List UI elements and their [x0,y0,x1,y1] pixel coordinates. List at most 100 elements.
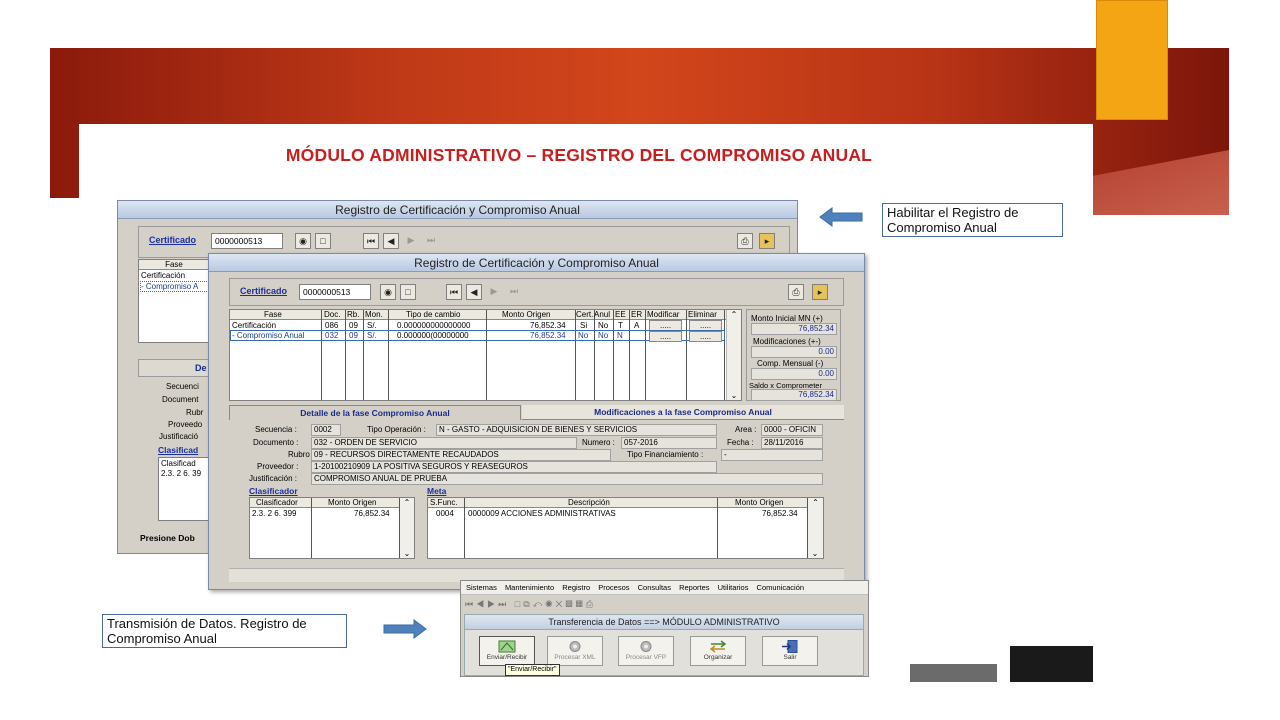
col-cert: Cert. [576,310,594,319]
monto-inicial-value: 76,852.34 [751,323,837,335]
certificado-link[interactable]: Certificado [240,286,287,296]
secuencia-field[interactable]: 0002 [311,424,341,436]
undo-icon: ↶ [532,599,546,609]
prev-record-icon[interactable]: ◀ [466,284,482,300]
numero-field[interactable]: 057-2016 [621,437,717,449]
print-icon[interactable]: ⎙ [788,284,804,300]
back-certificado-link[interactable]: Certificado [149,235,196,245]
back-label-rubro: Rubr [186,408,204,417]
salir-button[interactable]: Salir [762,636,818,666]
meta-scrollbar[interactable]: ⌃ ⌄ [808,498,823,558]
binoculars-icon[interactable]: ◉ [295,233,311,249]
row1-doc: 086 [325,321,339,330]
back-footer-hint: Presione Dob [140,533,195,543]
image-icon: ▩ [565,599,576,609]
last-icon: ⏭ [498,599,510,609]
back-clasificador-link[interactable]: Clasificad [158,445,198,455]
back-row-certificacion[interactable]: Certificación [141,271,185,280]
binoculars-icon[interactable]: ◉ [380,284,396,300]
row2-doc: 032 [325,331,339,340]
modificar-button[interactable]: ..... [649,331,682,342]
scroll-down-icon[interactable]: ⌄ [727,391,741,400]
row2-anul: No [598,331,609,340]
area-field[interactable]: 0000 - OFICIN [761,424,823,436]
print-icon[interactable]: ⎙ [737,233,753,249]
last-record-icon[interactable]: ⏭ [506,284,522,300]
back-row-compromiso[interactable]: - Compromiso A [140,281,209,292]
documento-field[interactable]: 032 - ORDEN DE SERVICIO [311,437,577,449]
gear-icon [640,641,652,652]
tab-detalle[interactable]: Detalle de la fase Compromiso Anual [229,405,521,420]
procesar-vfp-button[interactable]: Procesar VFP [618,636,674,666]
table-row[interactable]: - Compromiso Anual [232,331,304,340]
clasificador-code: 2.3. 2 6. 399 [252,509,297,518]
prev-record-icon[interactable]: ◀ [383,233,399,249]
menu-comunicacion[interactable]: Comunicación [757,583,805,592]
prev-icon: ◀ [476,599,488,609]
back-certificado-input[interactable]: 0000000513 [211,233,283,249]
fase-grid: Fase Doc. Rb. Mon. Tipo de cambio Monto … [229,309,742,401]
scroll-up-icon[interactable]: ⌃ [400,498,414,507]
gear-icon [569,641,581,652]
col-mon: Mon. [365,310,383,319]
rubro-field[interactable]: 09 - RECURSOS DIRECTAMENTE RECAUDADOS [311,449,611,461]
menu-utilitarios[interactable]: Utilitarios [718,583,749,592]
eliminar-button[interactable]: ..... [689,331,722,342]
next-record-icon[interactable]: ▶ [486,284,502,300]
exit-icon[interactable]: ▸ [759,233,775,249]
menu-reportes[interactable]: Reportes [679,583,709,592]
last-record-icon[interactable]: ⏭ [423,233,439,249]
tipo-financiamiento-label: Tipo Financiamiento : [627,450,704,459]
back-clasificador-grid: Clasificad 2.3. 2 6. 39 [158,457,210,521]
comp-mensual-value: 0.00 [751,368,837,380]
fecha-field[interactable]: 28/11/2016 [761,437,823,449]
procesar-xml-button[interactable]: Procesar XML [547,636,603,666]
col-modificar: Modificar [647,310,680,319]
tab-modificaciones[interactable]: Modificaciones a la fase Compromiso Anua… [522,405,844,420]
copy-icon: ⧉ [523,599,533,609]
exit-icon[interactable]: ▸ [812,284,828,300]
menu-bar: Sistemas Mantenimiento Registro Procesos… [461,581,868,595]
new-doc-icon[interactable]: □ [315,233,331,249]
menu-procesos[interactable]: Procesos [598,583,629,592]
organizar-button[interactable]: Organizar [690,636,746,666]
proveedor-field[interactable]: 1-20100210909 LA POSITIVA SEGUROS Y REAS… [311,461,717,473]
scroll-up-icon[interactable]: ⌃ [727,310,741,319]
row1-tipo: 0.000000000000000 [397,321,471,330]
new-doc-icon[interactable]: □ [400,284,416,300]
certificado-input[interactable]: 0000000513 [299,284,371,300]
scroll-down-icon[interactable]: ⌄ [808,549,822,558]
clasificador-monto-header: Monto Origen [328,498,377,507]
tipo-operacion-field[interactable]: N - GASTO - ADQUISICION DE BIENES Y SERV… [436,424,717,436]
menu-consultas[interactable]: Consultas [638,583,671,592]
decor-black-block [1010,646,1093,682]
menu-sistemas[interactable]: Sistemas [466,583,497,592]
next-record-icon[interactable]: ▶ [403,233,419,249]
col-tipo-cambio: Tipo de cambio [406,310,461,319]
justificacion-field[interactable]: COMPROMISO ANUAL DE PRUEBA [311,473,823,485]
scroll-up-icon[interactable]: ⌃ [808,498,823,507]
back-fase-grid: Fase Certificación - Compromiso A [138,259,210,343]
callout-habilitar: Habilitar el Registro de Compromiso Anua… [882,203,1063,237]
enviar-recibir-button[interactable]: Enviar/Recibir [479,636,535,666]
menu-registro[interactable]: Registro [562,583,590,592]
menu-mantenimiento[interactable]: Mantenimiento [505,583,554,592]
back-label-proveedor: Proveedo [168,420,203,429]
scroll-down-icon[interactable]: ⌄ [400,549,414,558]
clasificador-link[interactable]: Clasificador [249,486,298,496]
tipo-financiamiento-field[interactable]: - [721,449,823,461]
delete-icon: ✕ [555,599,566,609]
front-toolbar-panel: Certificado 0000000513 ◉ □ ⏮ ◀ ▶ ⏭ ⎙ ▸ [229,278,844,306]
decor-gray-block [910,664,997,682]
meta-link[interactable]: Meta [427,486,446,496]
table-row[interactable]: Certificación [232,321,276,330]
first-record-icon[interactable]: ⏮ [363,233,379,249]
back-detail-tab[interactable]: De [138,359,210,377]
enviar-recibir-tooltip: "Enviar/Recibir" [505,664,560,676]
front-window-title: Registro de Certificación y Compromiso A… [209,254,864,272]
first-record-icon[interactable]: ⏮ [446,284,462,300]
saldo-value: 76,852.34 [751,389,837,401]
grid-scrollbar[interactable]: ⌃ ⌄ [726,310,741,400]
col-monto-origen: Monto Origen [502,310,551,319]
clasificador-scrollbar[interactable]: ⌃ ⌄ [400,498,414,558]
